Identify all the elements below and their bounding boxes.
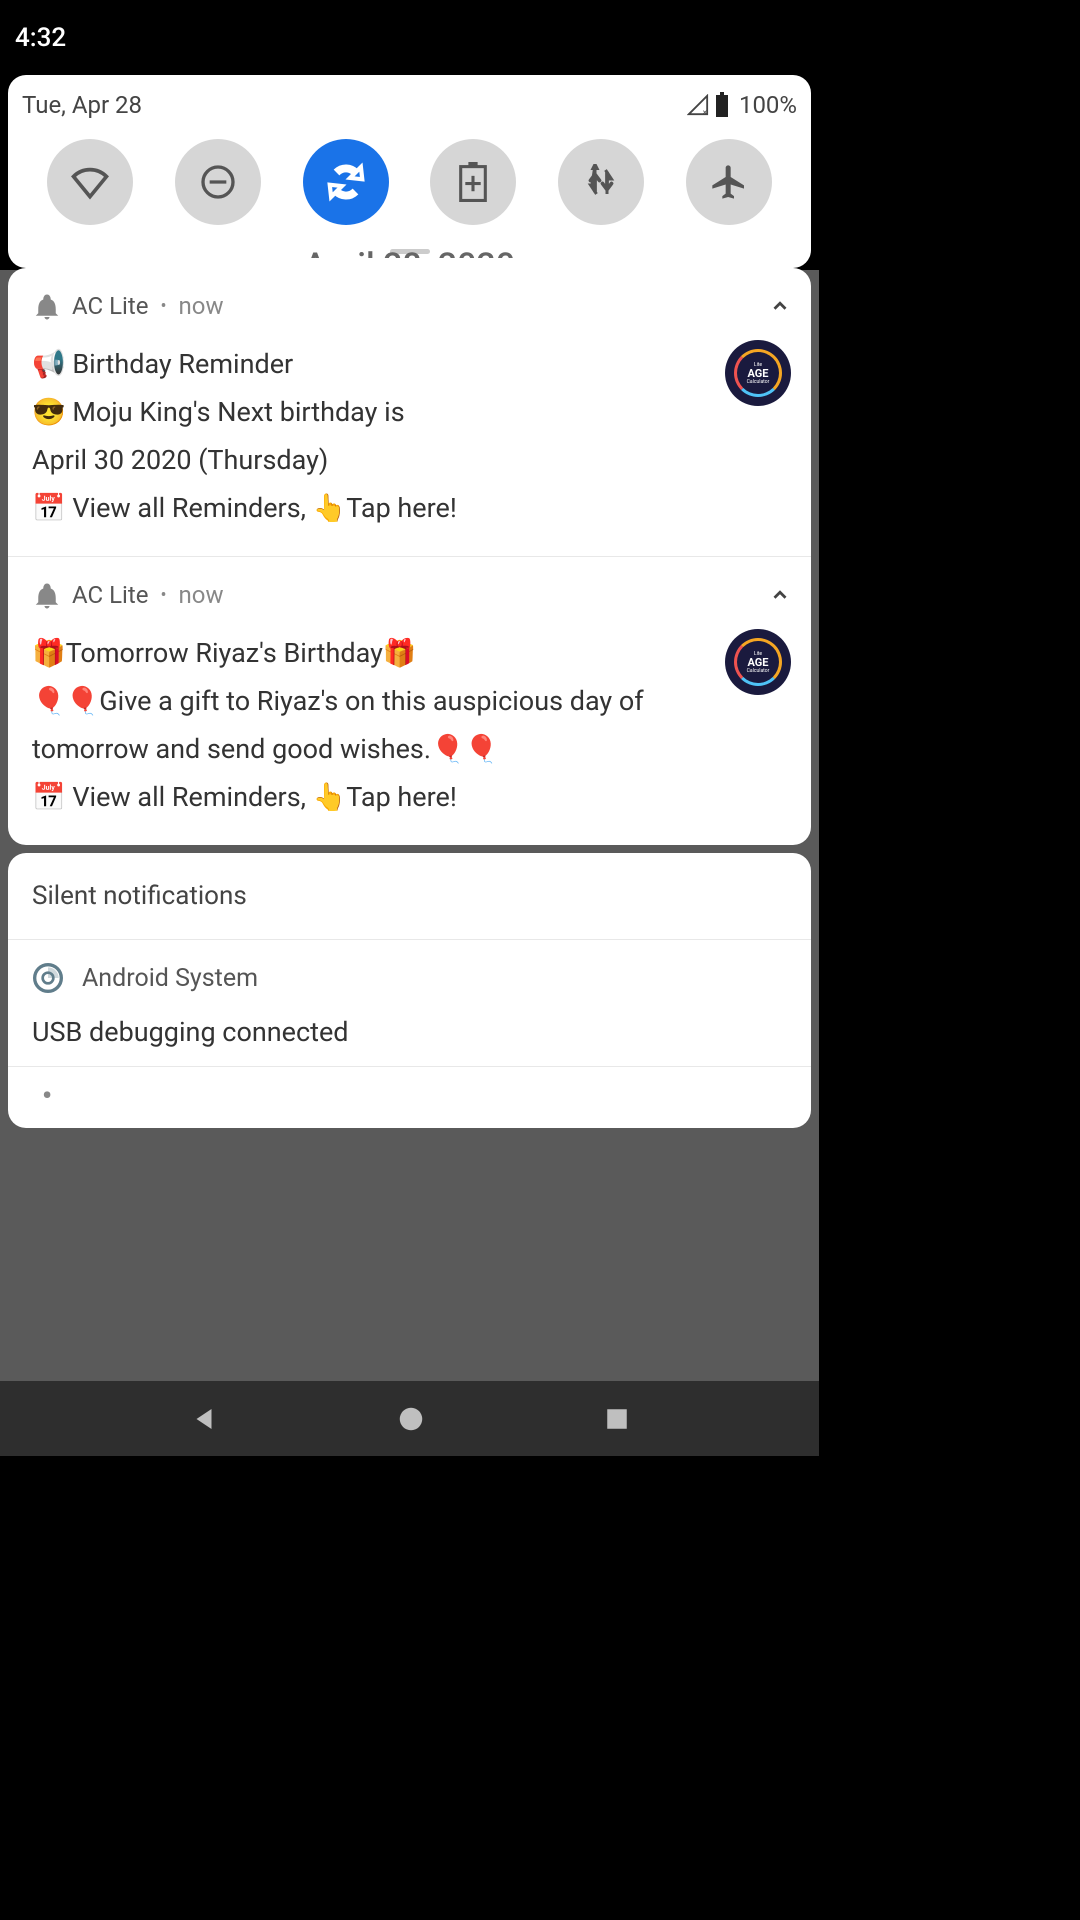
auto-rotate-toggle[interactable] (303, 139, 389, 225)
notification-line: April 30 2020 (Thursday) (32, 436, 709, 484)
app-large-icon: Lite AGE Calculator (725, 340, 791, 406)
chevron-up-icon[interactable] (769, 295, 791, 317)
mobile-data-toggle[interactable] (558, 139, 644, 225)
status-time: 4:32 (15, 23, 66, 53)
recents-button[interactable] (604, 1406, 630, 1432)
wifi-icon (68, 160, 112, 204)
system-notification[interactable]: Android System USB debugging connected (8, 940, 811, 1067)
airplane-icon (709, 162, 749, 202)
wifi-toggle[interactable] (47, 139, 133, 225)
notification-time: now (179, 292, 224, 320)
notification-item[interactable]: AC Lite • now 📢 Birthday Reminder 😎 Moju… (8, 268, 811, 557)
qs-status-icons: × 100% (687, 91, 797, 119)
qs-header: Tue, Apr 28 × 100% (8, 91, 811, 133)
quick-settings-panel[interactable]: Tue, Apr 28 × 100% (8, 75, 811, 268)
signal-icon: × (687, 94, 709, 116)
status-bar: 4:32 (0, 0, 819, 75)
dnd-icon (198, 162, 238, 202)
android-system-icon (32, 962, 64, 994)
notification-time: now (179, 581, 224, 609)
notification-app-name: AC Lite (72, 292, 148, 320)
notification-body: 🎁Tomorrow Riyaz's Birthday🎁 🎈🎈Give a gif… (32, 629, 791, 821)
rotate-icon (323, 159, 369, 205)
back-button[interactable] (189, 1404, 219, 1434)
app-date-peek: April 28, 2020 (0, 246, 819, 258)
notification-body: 📢 Birthday Reminder 😎 Moju King's Next b… (32, 340, 791, 532)
notification-line: 📢 Birthday Reminder (32, 340, 709, 388)
notification-header: AC Lite • now (32, 292, 791, 320)
separator-dot: • (160, 585, 166, 606)
icon-label: AGE (748, 368, 769, 379)
navigation-bar (0, 1381, 819, 1456)
notification-text: 🎁Tomorrow Riyaz's Birthday🎁 🎈🎈Give a gif… (32, 629, 709, 821)
airplane-toggle[interactable] (686, 139, 772, 225)
overflow-indicator[interactable]: • (8, 1067, 811, 1128)
battery-saver-toggle[interactable] (430, 139, 516, 225)
notification-line: 🎁Tomorrow Riyaz's Birthday🎁 (32, 629, 709, 677)
system-notif-header: Android System (32, 962, 787, 994)
system-notif-body: USB debugging connected (32, 1016, 787, 1048)
notification-line: 📅 View all Reminders, 👆Tap here! (32, 773, 709, 821)
icon-label: AGE (748, 657, 769, 668)
notifications-card: AC Lite • now 📢 Birthday Reminder 😎 Moju… (8, 268, 811, 845)
battery-icon (715, 92, 729, 118)
bell-icon (32, 292, 60, 320)
data-icon (583, 164, 619, 200)
notification-app-name: AC Lite (72, 581, 148, 609)
notification-header: AC Lite • now (32, 581, 791, 609)
svg-text:×: × (703, 108, 707, 116)
battery-plus-icon (459, 162, 487, 202)
notification-line: 😎 Moju King's Next birthday is (32, 388, 709, 436)
separator-dot: • (160, 296, 166, 317)
notification-line: 🎈🎈Give a gift to Riyaz's on this auspici… (32, 677, 709, 773)
icon-subtext: Calculator (747, 379, 770, 385)
notification-item[interactable]: AC Lite • now 🎁Tomorrow Riyaz's Birthday… (8, 557, 811, 845)
bell-icon (32, 581, 60, 609)
silent-notifications-header: Silent notifications (8, 853, 811, 940)
system-app-name: Android System (82, 964, 258, 993)
battery-percentage: 100% (739, 91, 797, 119)
notification-line: 📅 View all Reminders, 👆Tap here! (32, 484, 709, 532)
icon-subtext: Calculator (747, 668, 770, 674)
dnd-toggle[interactable] (175, 139, 261, 225)
notification-text: 📢 Birthday Reminder 😎 Moju King's Next b… (32, 340, 709, 532)
chevron-up-icon[interactable] (769, 584, 791, 606)
home-button[interactable] (396, 1404, 426, 1434)
silent-notifications-card: Silent notifications Android System USB … (8, 853, 811, 1128)
app-large-icon: Lite AGE Calculator (725, 629, 791, 695)
qs-date: Tue, Apr 28 (22, 91, 142, 119)
qs-toggles-row (8, 133, 811, 249)
